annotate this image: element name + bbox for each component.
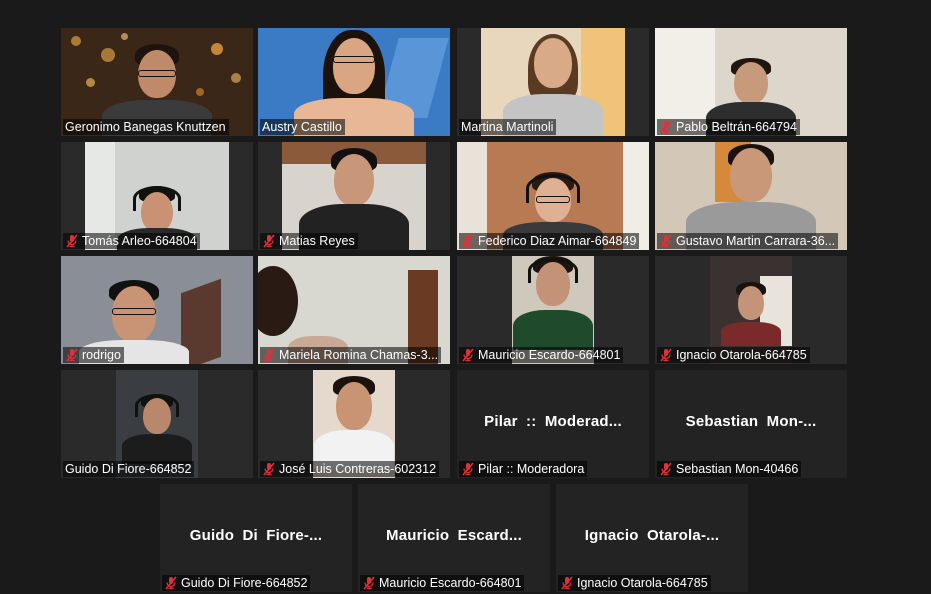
participant-tile-pablo[interactable]: Pablo Beltrán-664794 (655, 28, 847, 136)
participant-name: Matias Reyes (279, 234, 355, 248)
video-gallery: Geronimo Banegas Knuttzen Austry Castill… (0, 0, 931, 594)
participant-tile-mauricio[interactable]: Mauricio Escardo-664801 (457, 256, 649, 364)
participant-name: Mauricio Escardo-664801 (379, 576, 522, 590)
microphone-muted-icon (165, 576, 177, 590)
participant-tile-federico[interactable]: Federico Diaz Aimar-664849 (457, 142, 649, 250)
microphone-muted-icon (263, 348, 275, 362)
microphone-muted-icon (66, 234, 78, 248)
participant-name: Ignacio Otarola-664785 (577, 576, 708, 590)
participant-name: Gustavo Martin Carrara-36... (676, 234, 836, 248)
participant-name-tag: Guido Di Fiore-664852 (63, 461, 195, 477)
participant-name-tag: Geronimo Banegas Knuttzen (63, 119, 229, 135)
participant-name: Pilar :: Moderadora (478, 462, 585, 476)
participant-display-name: Pilar :: Moderad... (484, 413, 622, 430)
participant-display-name: Sebastian Mon-... (685, 413, 817, 430)
participant-name-tag: rodrigo (63, 347, 124, 363)
participant-tile-austry[interactable]: Austry Castillo (258, 28, 450, 136)
microphone-muted-icon (660, 348, 672, 362)
participant-name: Mariela Romina Chamas-3... (279, 348, 439, 362)
participant-tile-sebastian[interactable]: Sebastian Mon-... Sebastian Mon-40466 (655, 370, 847, 478)
participant-name: Guido Di Fiore-664852 (181, 576, 308, 590)
participant-name-tag: Austry Castillo (260, 119, 345, 135)
participant-display-name: Ignacio Otarola-... (584, 527, 720, 544)
participant-name-tag: Ignacio Otarola-664785 (657, 347, 810, 363)
participant-tile-gustavo[interactable]: Gustavo Martin Carrara-36... (655, 142, 847, 250)
participant-tile-mariela[interactable]: Mariela Romina Chamas-3... (258, 256, 450, 364)
participant-name-tag: Mauricio Escardo-664801 (360, 575, 525, 591)
microphone-muted-icon (462, 348, 474, 362)
participant-name: Geronimo Banegas Knuttzen (65, 120, 226, 134)
participant-name: José Luis Contreras-602312 (279, 462, 437, 476)
participant-tile-guido-video[interactable]: Guido Di Fiore-664852 (61, 370, 253, 478)
participant-tile-geronimo[interactable]: Geronimo Banegas Knuttzen (61, 28, 253, 136)
participant-tile-tomas[interactable]: Tomás Arleo-664804 (61, 142, 253, 250)
microphone-muted-icon (263, 462, 275, 476)
participant-name-tag: Pablo Beltrán-664794 (657, 119, 800, 135)
microphone-muted-icon (462, 234, 474, 248)
microphone-muted-icon (561, 576, 573, 590)
participant-name: Federico Diaz Aimar-664849 (478, 234, 637, 248)
participant-name-tag: Federico Diaz Aimar-664849 (459, 233, 640, 249)
microphone-muted-icon (660, 462, 672, 476)
participant-name: Martina Martinoli (461, 120, 554, 134)
participant-tile-guido[interactable]: Guido Di Fiore-... Guido Di Fiore-664852 (160, 484, 352, 592)
participant-name-tag: José Luis Contreras-602312 (260, 461, 440, 477)
participant-name-tag: Tomás Arleo-664804 (63, 233, 200, 249)
participant-name: Guido Di Fiore-664852 (65, 462, 192, 476)
participant-display-name: Mauricio Escard... (386, 527, 522, 544)
participant-name: Pablo Beltrán-664794 (676, 120, 797, 134)
microphone-muted-icon (660, 120, 672, 134)
microphone-muted-icon (66, 348, 78, 362)
participant-name-tag: Matias Reyes (260, 233, 358, 249)
participant-name: Sebastian Mon-40466 (676, 462, 799, 476)
participant-tile-mauricio-noVideo[interactable]: Mauricio Escard... Mauricio Escardo-6648… (358, 484, 550, 592)
participant-name-tag: Gustavo Martin Carrara-36... (657, 233, 839, 249)
participant-name-tag: Martina Martinoli (459, 119, 557, 135)
participant-name: Mauricio Escardo-664801 (478, 348, 621, 362)
participant-tile-ignacio-noVideo[interactable]: Ignacio Otarola-... Ignacio Otarola-6647… (556, 484, 748, 592)
microphone-muted-icon (462, 462, 474, 476)
participant-name-tag: Ignacio Otarola-664785 (558, 575, 711, 591)
participant-display-name: Guido Di Fiore-... (189, 527, 323, 544)
microphone-muted-icon (660, 234, 672, 248)
participant-name-tag: Sebastian Mon-40466 (657, 461, 802, 477)
participant-name-tag: Guido Di Fiore-664852 (162, 575, 311, 591)
participant-name: rodrigo (82, 348, 121, 362)
participant-tile-pilar[interactable]: Pilar :: Moderad... Pilar :: Moderadora (457, 370, 649, 478)
participant-tile-jose[interactable]: José Luis Contreras-602312 (258, 370, 450, 478)
participant-tile-martina[interactable]: Martina Martinoli (457, 28, 649, 136)
microphone-muted-icon (363, 576, 375, 590)
participant-name-tag: Pilar :: Moderadora (459, 461, 588, 477)
microphone-muted-icon (263, 234, 275, 248)
participant-name: Ignacio Otarola-664785 (676, 348, 807, 362)
participant-name: Tomás Arleo-664804 (82, 234, 197, 248)
participant-tile-ignacio[interactable]: Ignacio Otarola-664785 (655, 256, 847, 364)
participant-tile-rodrigo[interactable]: rodrigo (61, 256, 253, 364)
participant-name: Austry Castillo (262, 120, 342, 134)
participant-tile-matias[interactable]: Matias Reyes (258, 142, 450, 250)
participant-name-tag: Mauricio Escardo-664801 (459, 347, 624, 363)
participant-name-tag: Mariela Romina Chamas-3... (260, 347, 442, 363)
